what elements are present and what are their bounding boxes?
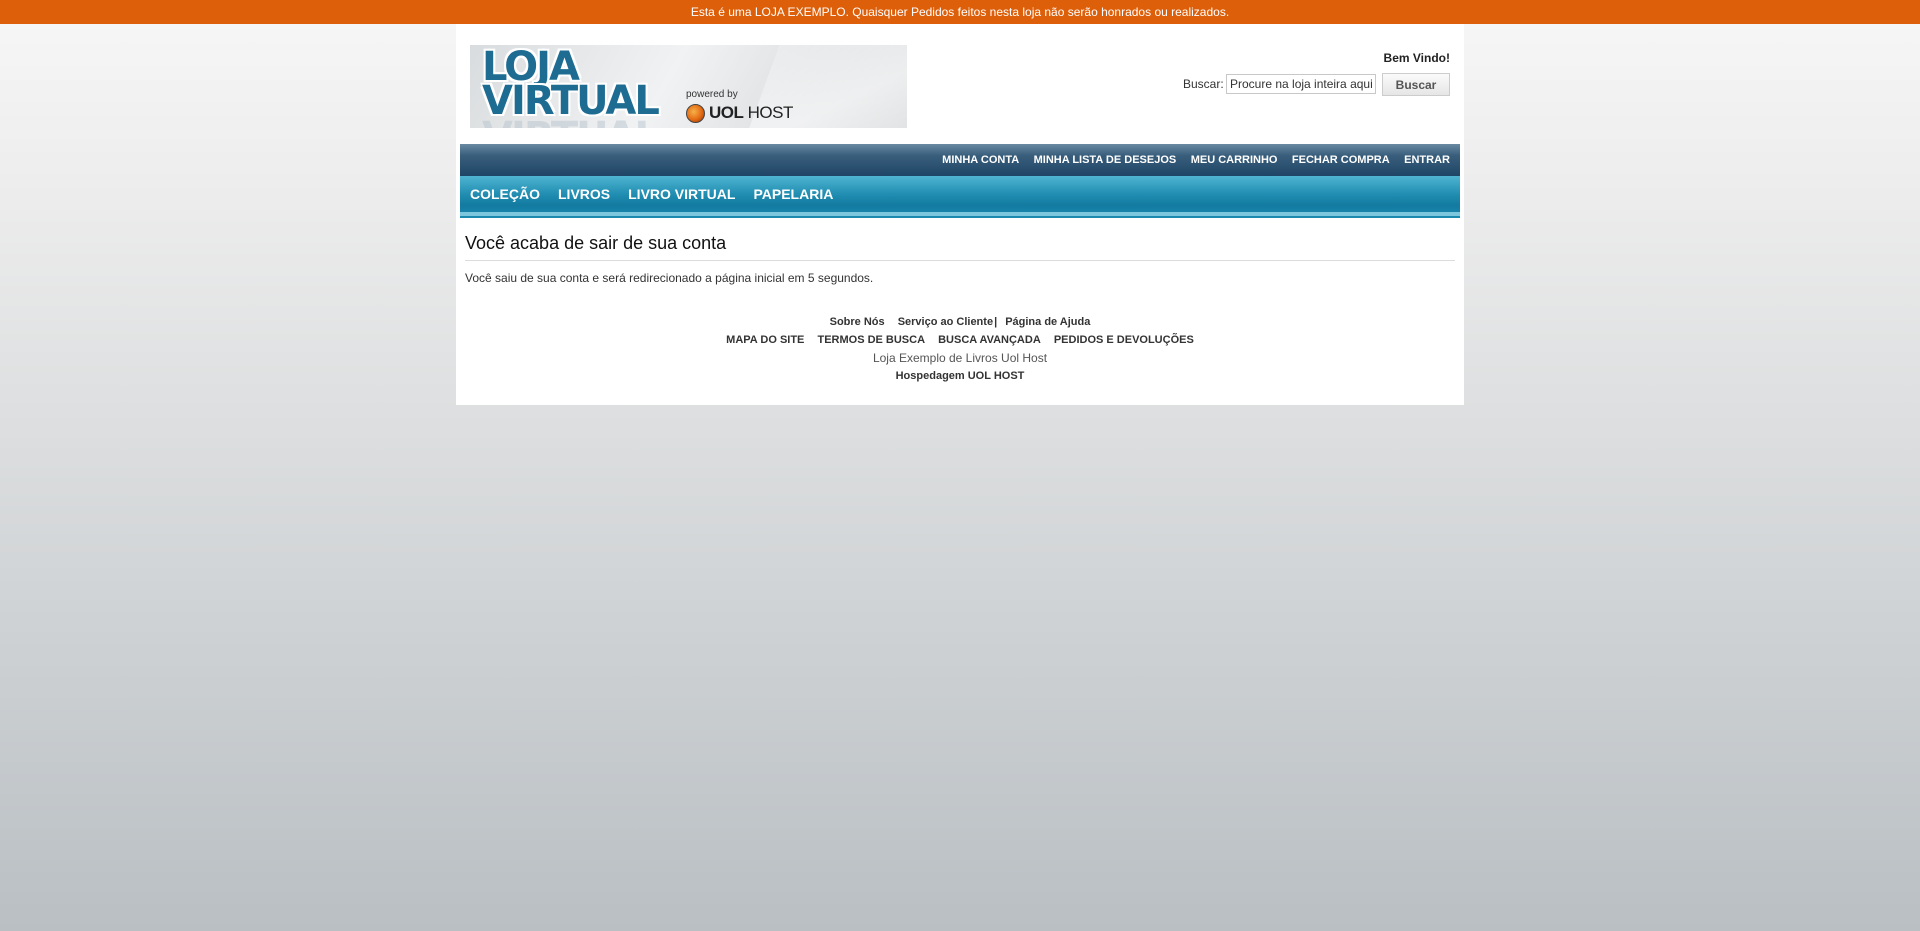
footer-link-termos-busca[interactable]: TERMOS DE BUSCA <box>817 334 925 346</box>
footer-link-pagina-ajuda[interactable]: Página de Ajuda <box>1005 316 1090 328</box>
uol-host-brand: UOL HOST <box>709 103 793 123</box>
search-input[interactable] <box>1226 74 1376 94</box>
link-entrar[interactable]: ENTRAR <box>1404 144 1450 176</box>
footer-link-hospedagem[interactable]: Hospedagem UOL HOST <box>896 370 1025 382</box>
category-livro-virtual[interactable]: LIVRO VIRTUAL <box>628 176 735 212</box>
uol-brand-rest: HOST <box>747 103 794 122</box>
uol-brand-bold: UOL <box>709 103 744 122</box>
link-fechar-compra[interactable]: FECHAR COMPRA <box>1292 144 1390 176</box>
search-button[interactable]: Buscar <box>1382 73 1450 96</box>
footer-link-mapa-site[interactable]: MAPA DO SITE <box>726 334 804 346</box>
page-wrapper: LOJA VIRTUAL VIRTUAL powered by UOL HOST… <box>456 24 1464 405</box>
search-label: Buscar: <box>1183 77 1224 91</box>
link-lista-de-desejos[interactable]: MINHA LISTA DE DESEJOS <box>1034 144 1177 176</box>
link-meu-carrinho[interactable]: MEU CARRINHO <box>1191 144 1278 176</box>
footer-store-name: Loja Exemplo de Livros Uol Host <box>872 351 1048 365</box>
category-papelaria[interactable]: PAPELARIA <box>753 176 833 212</box>
footer-row-1: Sobre Nós Serviço ao Cliente| Página de … <box>456 313 1464 331</box>
store-logo[interactable]: LOJA VIRTUAL VIRTUAL powered by UOL HOST <box>470 45 907 128</box>
footer-link-sobre-nos[interactable]: Sobre Nós <box>830 316 885 328</box>
uol-logo-icon <box>686 104 705 123</box>
logout-message: Você saiu de sua conta e será redirecion… <box>465 271 874 285</box>
footer-row-4: Hospedagem UOL HOST <box>456 367 1464 385</box>
footer: Sobre Nós Serviço ao Cliente| Página de … <box>456 313 1464 385</box>
category-nav-stripe <box>460 212 1460 216</box>
category-colecao[interactable]: COLEÇÃO <box>470 176 540 212</box>
footer-link-servico-cliente[interactable]: Serviço ao Cliente <box>898 316 993 328</box>
account-links-bar: MINHA CONTA MINHA LISTA DE DESEJOS MEU C… <box>460 144 1460 176</box>
welcome-message: Bem Vindo! <box>1383 51 1450 65</box>
category-livros[interactable]: LIVROS <box>558 176 610 212</box>
footer-separator: | <box>994 316 998 328</box>
link-minha-conta[interactable]: MINHA CONTA <box>942 144 1019 176</box>
footer-row-2: MAPA DO SITE TERMOS DE BUSCA BUSCA AVANÇ… <box>456 331 1464 349</box>
footer-link-busca-avancada[interactable]: BUSCA AVANÇADA <box>938 334 1041 346</box>
footer-row-3: Loja Exemplo de Livros Uol Host <box>456 349 1464 367</box>
logo-reflection: VIRTUAL <box>482 117 660 128</box>
page-title: Você acaba de sair de sua conta <box>465 233 1455 261</box>
footer-link-pedidos-devolucoes[interactable]: PEDIDOS E DEVOLUÇÕES <box>1054 334 1194 346</box>
demo-store-notice: Esta é uma LOJA EXEMPLO. Quaisquer Pedid… <box>0 0 1920 24</box>
logo-powered-by: powered by <box>686 89 738 100</box>
